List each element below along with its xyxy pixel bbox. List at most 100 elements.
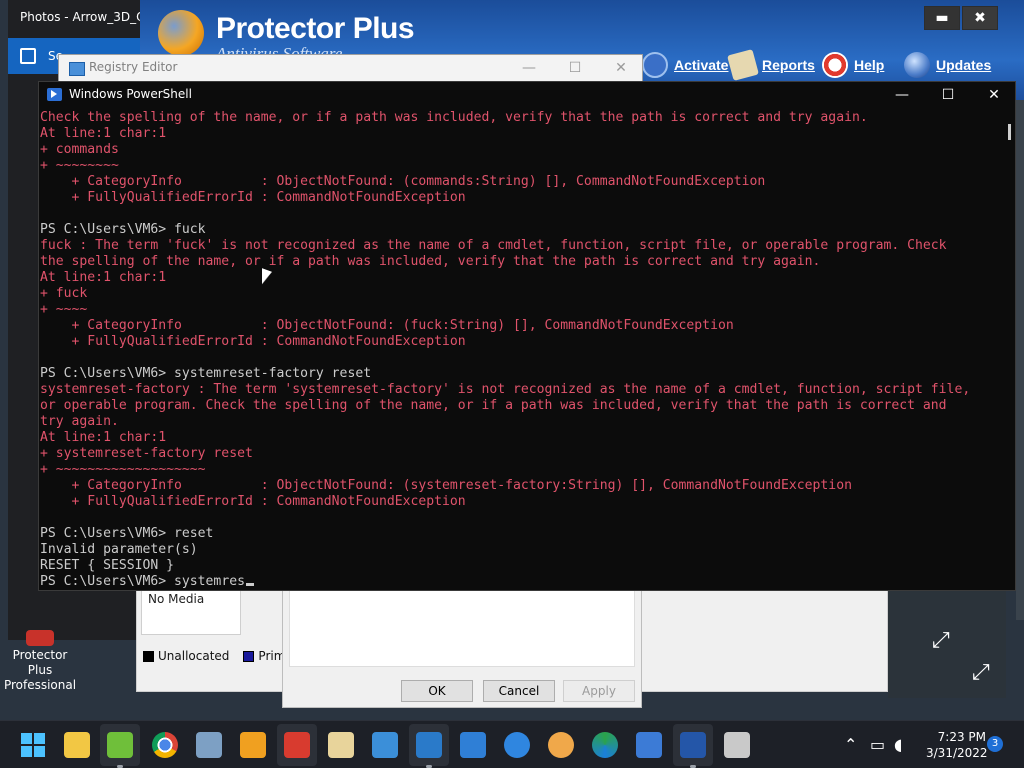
clock[interactable]: 7:23 PM 3/31/2022 [926, 729, 988, 761]
notepad-icon[interactable] [372, 732, 398, 758]
protector-close-button[interactable]: ✖ [962, 6, 998, 30]
clock-time: 7:23 PM [937, 730, 986, 744]
ok-button[interactable]: OK [401, 680, 473, 702]
console-line: PS C:\Users\VM6> fuck [40, 222, 206, 237]
protector-title: Protector Plus [216, 12, 415, 45]
nav-help-label: Help [854, 57, 885, 73]
start-button[interactable] [20, 732, 46, 758]
clock-date: 3/31/2022 [926, 746, 988, 760]
chrome-icon[interactable] [152, 732, 178, 758]
app-t-icon[interactable] [284, 732, 310, 758]
expand-area: ⤢ ⤢ [888, 586, 1006, 698]
legend-unallocated: Unallocated [158, 649, 230, 663]
nav-reports-label: Reports [762, 57, 815, 73]
nav-reports[interactable]: Reports [727, 49, 815, 81]
mouse-pointer-icon [262, 268, 272, 288]
console-line: PS C:\Users\VM6> reset [40, 526, 214, 541]
nav-updates[interactable]: Updates [904, 50, 991, 80]
dialog-content [289, 587, 635, 667]
help-icon[interactable] [504, 732, 530, 758]
console-prompt-line[interactable]: PS C:\Users\VM6> systemres [40, 574, 1001, 590]
protector-logo-icon [158, 10, 204, 56]
console-line: Check the spelling of the name, or if a … [40, 110, 868, 125]
network-icon[interactable]: ▭ [870, 735, 885, 754]
nav-activate[interactable]: Activate [642, 50, 728, 80]
disk-cell: No Media [141, 587, 241, 635]
desktop-icon-label: Protector Plus Professional [3, 648, 77, 692]
console-line: + FullyQualifiedErrorId : CommandNotFoun… [40, 494, 466, 509]
edge-icon[interactable] [592, 732, 618, 758]
console-output[interactable]: Check the spelling of the name, or if a … [39, 110, 1001, 590]
console-line: RESET { SESSION } [40, 558, 175, 573]
console-line: or operable program. Check the spelling … [40, 398, 947, 413]
console-line: + FullyQualifiedErrorId : CommandNotFoun… [40, 190, 466, 205]
console-line: At line:1 char:1 [40, 430, 167, 445]
lock-icon [642, 52, 668, 78]
powershell-icon [47, 88, 62, 101]
app-s-icon[interactable] [240, 732, 266, 758]
unallocated-swatch [143, 650, 154, 662]
file-explorer-icon[interactable] [64, 732, 90, 758]
powershell-close-button[interactable]: ✕ [971, 82, 1017, 108]
registry-maximize-button[interactable]: ☐ [555, 58, 595, 80]
scrollbar-thumb[interactable] [1008, 124, 1011, 140]
prompt-text: PS C:\Users\VM6> [40, 574, 175, 589]
reports-icon [727, 49, 759, 81]
console-line: + CategoryInfo : ObjectNotFound: (comman… [40, 174, 766, 189]
users-icon[interactable] [460, 732, 486, 758]
protector-shield-icon[interactable] [548, 732, 574, 758]
powershell-maximize-button[interactable]: ☐ [925, 82, 971, 108]
chevron-up-icon[interactable]: ⌃ [844, 735, 857, 754]
apply-button[interactable]: Apply [563, 680, 635, 702]
protector-minimize-button[interactable]: ▬ [924, 6, 960, 30]
image-icon [20, 48, 36, 64]
powershell-window[interactable]: Windows PowerShell — ☐ ✕ Check the spell… [38, 81, 1016, 591]
registry-close-button[interactable]: ✕ [601, 58, 641, 80]
photos-icon[interactable] [416, 732, 442, 758]
registry-minimize-button[interactable]: — [509, 58, 549, 80]
package-icon[interactable] [724, 732, 750, 758]
console-line: fuck : The term 'fuck' is not recognized… [40, 238, 947, 253]
protector-taskbar-icon[interactable] [107, 732, 133, 758]
registry-editor-window[interactable]: Registry Editor — ☐ ✕ [58, 54, 643, 82]
protector-shortcut-icon [26, 630, 54, 646]
console-line: + ~~~~~~~~~~~~~~~~~~~ [40, 462, 206, 477]
nav-help[interactable]: Help [822, 50, 884, 80]
notification-badge[interactable]: 3 [987, 736, 1003, 752]
desktop-icon-protector[interactable]: Protector Plus Professional [0, 630, 80, 693]
properties-dialog[interactable]: OK Cancel Apply [282, 586, 642, 708]
console-scrollbar[interactable] [1001, 110, 1015, 590]
powershell-title: Windows PowerShell [69, 87, 192, 101]
command-input[interactable]: systemres [174, 574, 245, 589]
powershell-taskbar-icon[interactable] [680, 732, 706, 758]
console-line: PS C:\Users\VM6> systemreset-factory res… [40, 366, 372, 381]
console-line: + CategoryInfo : ObjectNotFound: (system… [40, 478, 852, 493]
expand-icon[interactable]: ⤢ [932, 628, 950, 653]
powershell-minimize-button[interactable]: — [879, 82, 925, 108]
console-line: the spelling of the name, or if a path w… [40, 254, 821, 269]
expand-icon-2[interactable]: ⤢ [972, 660, 990, 685]
console-line: + commands [40, 142, 119, 157]
console-line: Invalid parameter(s) [40, 542, 198, 557]
lifebuoy-icon [822, 52, 848, 78]
volume-icon[interactable]: ◖ [894, 735, 902, 754]
people-icon[interactable] [328, 732, 354, 758]
primary-swatch [243, 650, 255, 662]
registry-icon [69, 62, 85, 76]
text-cursor [245, 583, 254, 586]
console-line: systemreset-factory : The term 'systemre… [40, 382, 971, 397]
nav-activate-label: Activate [674, 57, 729, 73]
console-line: + fuck [40, 286, 88, 301]
disk-tool-icon[interactable] [196, 732, 222, 758]
cancel-button[interactable]: Cancel [483, 680, 555, 702]
globe-icon [904, 52, 930, 78]
console-line: At line:1 char:1 [40, 126, 167, 141]
settings-tool-icon[interactable] [636, 732, 662, 758]
registry-title: Registry Editor [89, 60, 178, 74]
powershell-titlebar[interactable]: Windows PowerShell — ☐ ✕ [39, 82, 1015, 108]
console-line: try again. [40, 414, 119, 429]
console-line: At line:1 char:1 [40, 270, 167, 285]
